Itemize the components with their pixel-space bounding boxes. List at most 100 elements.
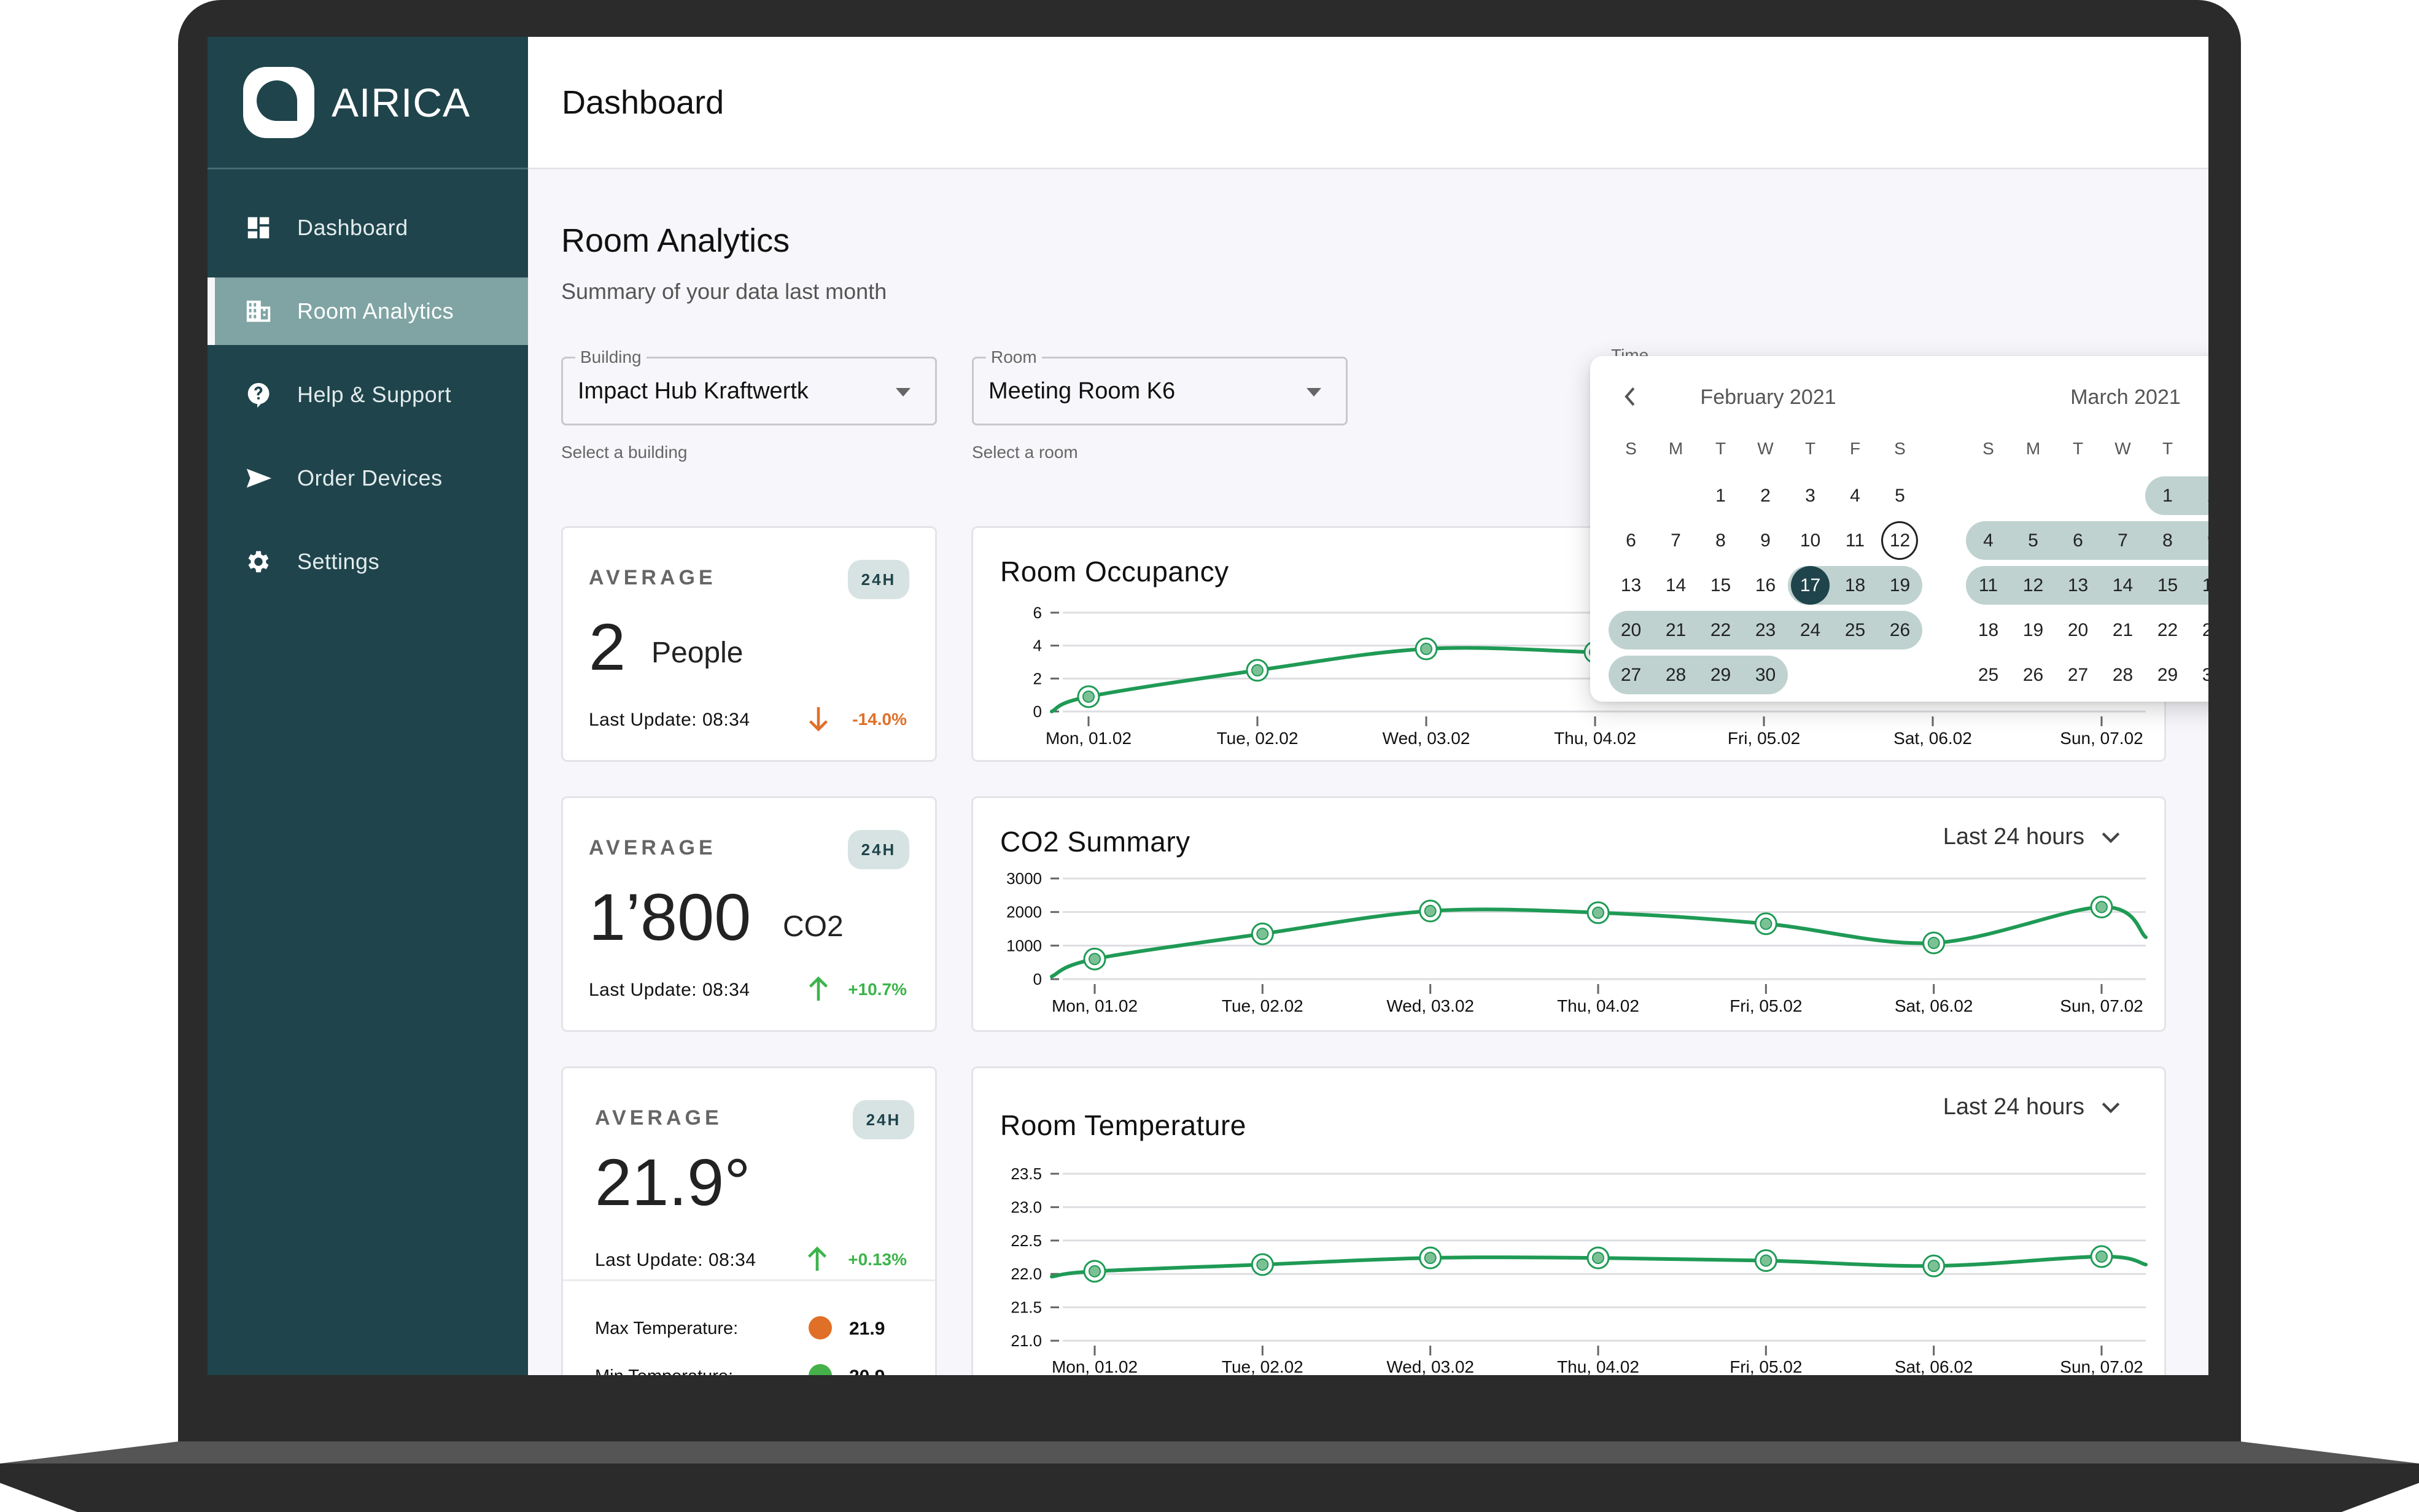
data-point: [1077, 685, 1100, 708]
calendar-day[interactable]: 8: [2145, 521, 2190, 560]
sidebar-item-label: Settings: [297, 549, 380, 574]
month-title: February 2021: [1700, 386, 1836, 409]
y-tick-label: 22.5: [1011, 1231, 1042, 1250]
range-selector[interactable]: Last 24 hours: [1943, 824, 2121, 850]
calendar-day[interactable]: 11: [1966, 566, 2011, 605]
data-point: [2090, 895, 2113, 918]
x-tick-label: Wed, 03.02: [1386, 996, 1474, 1015]
calendar-day[interactable]: 21: [2100, 611, 2145, 649]
calendar-day[interactable]: 14: [2100, 566, 2145, 605]
calendar-day[interactable]: 30: [1743, 656, 1788, 694]
data-point: [1083, 947, 1106, 971]
x-tick-label: Mon, 01.02: [1052, 996, 1138, 1015]
y-tick-label: 2: [1033, 669, 1042, 688]
calendar-day[interactable]: 22: [1698, 611, 1743, 649]
calendar-day[interactable]: 8: [1698, 521, 1743, 560]
data-point: [1415, 637, 1438, 661]
calendar-day[interactable]: 20: [2056, 611, 2100, 649]
calendar-day[interactable]: 23: [2190, 611, 2208, 649]
sidebar-item-dashboard[interactable]: Dashboard: [208, 194, 528, 262]
calendar-day[interactable]: 27: [2056, 656, 2100, 694]
data-point-dot: [1592, 906, 1604, 919]
data-point: [1251, 1253, 1274, 1276]
calendar-day[interactable]: 21: [1653, 611, 1698, 649]
calendar-day[interactable]: 13: [1609, 566, 1653, 605]
calendar-day[interactable]: 26: [1877, 611, 1922, 649]
calendar-day[interactable]: 7: [1653, 521, 1698, 560]
calendar-day[interactable]: 28: [2100, 656, 2145, 694]
calendar-day[interactable]: 30: [2190, 656, 2208, 694]
calendar-day[interactable]: 29: [1698, 656, 1743, 694]
calendar-day[interactable]: 19: [1877, 566, 1922, 605]
calendar-day[interactable]: 15: [1698, 566, 1743, 605]
calendar-day[interactable]: 3: [1788, 476, 1833, 515]
data-point: [1754, 912, 1777, 936]
weekday-header: S: [1625, 439, 1637, 458]
calendar-day[interactable]: 5: [2011, 521, 2056, 560]
calendar-day[interactable]: 12: [2011, 566, 2056, 605]
kpi-card-co2: AVERAGE 24H 1’800 CO2 Last Update: 08:34…: [561, 796, 937, 1032]
sidebar-item-settings[interactable]: Settings: [208, 528, 528, 595]
chart-card-co2: 0 1000 2000 3000 Mon, 01.02 Tue, 02.02 Wed, 03…: [971, 796, 2166, 1032]
sidebar-item-label: Room Analytics: [297, 298, 454, 324]
calendar-day[interactable]: 7: [2100, 521, 2145, 560]
calendar-day[interactable]: 16: [2190, 566, 2208, 605]
y-tick-label: 1000: [1006, 936, 1042, 955]
calendar-day[interactable]: 6: [2056, 521, 2100, 560]
calendar-day[interactable]: 28: [1653, 656, 1698, 694]
calendar-day[interactable]: 6: [1609, 521, 1653, 560]
max-temperature-label: Max Temperature:: [595, 1319, 739, 1338]
brand-logo[interactable]: AIRICA: [208, 37, 528, 169]
trend-value: +0.13%: [848, 1250, 907, 1269]
calendar-day[interactable]: 29: [2145, 656, 2190, 694]
data-point: [1586, 901, 1610, 925]
calendar-day[interactable]: 14: [1653, 566, 1698, 605]
calendar-day[interactable]: 11: [1833, 521, 1877, 560]
calendar-day[interactable]: 1: [2145, 476, 2190, 515]
calendar-day[interactable]: 1: [1698, 476, 1743, 515]
calendar-day[interactable]: 12: [1877, 521, 1922, 560]
data-point-dot: [1420, 643, 1432, 656]
kpi-unit: CO2: [783, 910, 844, 943]
room-select[interactable]: Room Meeting Room K6: [972, 347, 1348, 425]
calendar-day[interactable]: 15: [2145, 566, 2190, 605]
calendar-day[interactable]: 16: [1743, 566, 1788, 605]
calendar-day[interactable]: 2: [1743, 476, 1788, 515]
calendar-day[interactable]: 22: [2145, 611, 2190, 649]
sidebar-item-help-support[interactable]: Help & Support: [208, 361, 528, 428]
calendar-day[interactable]: 27: [1609, 656, 1653, 694]
calendar-day[interactable]: 2: [2190, 476, 2208, 515]
calendar-day[interactable]: 26: [2011, 656, 2056, 694]
sidebar-item-order-devices[interactable]: Order Devices: [208, 444, 528, 512]
data-point-dot: [2095, 901, 2108, 913]
calendar-day[interactable]: 9: [2190, 521, 2208, 560]
range-selector[interactable]: Last 24 hours: [1943, 1094, 2121, 1120]
weekday-header: W: [1757, 439, 1774, 458]
calendar-day[interactable]: 18: [1966, 611, 2011, 649]
calendar-day[interactable]: 13: [2056, 566, 2100, 605]
calendar-day[interactable]: 23: [1743, 611, 1788, 649]
calendar-day[interactable]: 4: [1833, 476, 1877, 515]
calendar-day[interactable]: 10: [1788, 521, 1833, 560]
calendar-day[interactable]: 19: [2011, 611, 2056, 649]
y-tick-label: 22.0: [1011, 1265, 1042, 1283]
calendar-day[interactable]: 20: [1609, 611, 1653, 649]
calendar-day[interactable]: 25: [1833, 611, 1877, 649]
last-update: Last Update: 08:34: [589, 710, 750, 730]
data-point-dot: [1256, 928, 1269, 940]
building-select[interactable]: Building Impact Hub Kraftwertk: [561, 347, 937, 425]
calendar-day[interactable]: 9: [1743, 521, 1788, 560]
calendar-day[interactable]: 25: [1966, 656, 2011, 694]
building-icon: [244, 297, 273, 325]
kpi-value: 21.9°: [595, 1145, 751, 1219]
kpi-label: AVERAGE: [589, 836, 716, 859]
top-bar: Dashboard: [528, 37, 2208, 169]
x-tick-label: Thu, 04.02: [1557, 996, 1639, 1015]
calendar-day[interactable]: 4: [1966, 521, 2011, 560]
calendar-day[interactable]: 18: [1833, 566, 1877, 605]
calendar-day[interactable]: 24: [1788, 611, 1833, 649]
calendar-day[interactable]: 5: [1877, 476, 1922, 515]
calendar-day[interactable]: 17: [1788, 566, 1833, 605]
x-tick-label: Sat, 06.02: [1895, 1357, 1973, 1375]
sidebar-item-room-analytics[interactable]: Room Analytics: [208, 277, 528, 345]
